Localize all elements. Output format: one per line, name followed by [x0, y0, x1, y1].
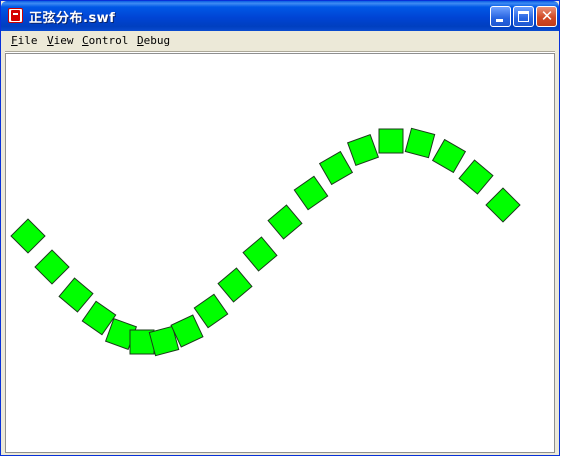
menu-debug[interactable]: Debug: [137, 34, 170, 47]
green-square-9: [193, 293, 229, 329]
window-title: 正弦分布.swf: [29, 11, 116, 26]
menu-file[interactable]: File: [11, 34, 38, 47]
minimize-icon: [496, 19, 503, 22]
green-square-20: [485, 187, 521, 223]
flash-player-icon[interactable]: [8, 8, 23, 23]
green-square-15: [346, 133, 380, 167]
title-bar[interactable]: 正弦分布.swf ✕: [1, 1, 559, 31]
menu-control[interactable]: Control: [82, 34, 128, 47]
green-square-10: [217, 267, 253, 303]
green-square-18: [431, 138, 467, 174]
green-square-14: [318, 150, 354, 186]
green-square-12: [267, 204, 303, 240]
menu-view[interactable]: View: [47, 34, 74, 47]
green-square-16: [378, 128, 404, 154]
green-square-13: [293, 175, 329, 211]
app-window: 正弦分布.swf ✕ File View Control Debug: [0, 0, 560, 456]
minimize-button[interactable]: [490, 6, 511, 27]
green-square-3: [58, 277, 94, 313]
green-square-19: [458, 159, 494, 195]
flash-stage[interactable]: [5, 53, 555, 453]
sine-squares-canvas: [10, 127, 521, 357]
maximize-icon: [518, 11, 529, 22]
close-button[interactable]: ✕: [536, 6, 557, 27]
menu-bar: File View Control Debug: [5, 32, 555, 50]
maximize-button[interactable]: [513, 6, 534, 27]
green-square-17: [404, 127, 436, 159]
green-square-2: [34, 249, 70, 285]
green-square-1: [10, 218, 46, 254]
green-square-11: [242, 236, 278, 272]
close-icon: ✕: [540, 7, 554, 25]
